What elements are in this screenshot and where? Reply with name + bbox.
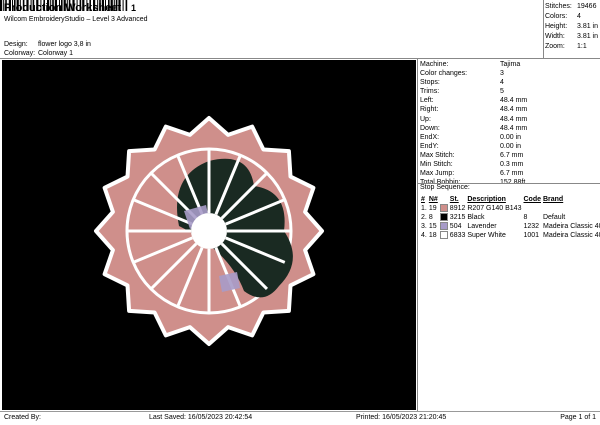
table-row: 1. 19 8912 R207 G140 B143: [421, 204, 522, 213]
info-down: Down: 48.4 mm: [420, 124, 528, 132]
stop-sequence-table: # N# St. Description Code Brand 1. 19 89…: [420, 195, 600, 240]
info-stops: Stops: 4: [420, 79, 504, 87]
table-row: 3. 15 504 Lavender 1232 Madeira Classic …: [421, 222, 600, 231]
flower-center: [191, 213, 227, 249]
table-header-row: # N# St. Description Code Brand: [420, 195, 600, 204]
table-row: 4. 18 6833 Super White 1001 Madeira Clas…: [421, 231, 600, 240]
info-machine: Machine: Tajima: [420, 61, 521, 68]
table-row: 2. 8 3215 Black 8 Default: [421, 213, 566, 222]
flower-logo: [94, 116, 324, 346]
info-trims: Trims: 5: [420, 88, 504, 96]
flower-logo-image: [94, 116, 324, 346]
footer-printed: Printed: 16/05/2023 21:20:45: [356, 414, 447, 421]
machine-info-panel: Machine: Tajima Color changes: 3 Stops: 4 T…: [418, 60, 598, 187]
col-index: #: [421, 196, 425, 203]
page-title: Production Worksheet: [4, 2, 122, 14]
header-divider: [0, 58, 600, 59]
color-swatch: [439, 231, 448, 240]
col-swatch: [439, 195, 449, 204]
info-max-stitch: Max Stitch: 6.7 mm: [420, 151, 524, 159]
info-color-changes: Color changes: 3: [420, 70, 504, 78]
info-left: Left: 48.4 mm: [420, 97, 528, 105]
footer: Created By: Last Saved: 16/05/2023 20:42…: [0, 411, 600, 425]
col-needle: N#: [428, 196, 438, 203]
stat-height: Height: 3.81 in: [545, 23, 599, 30]
col-brand: Brand: [542, 196, 564, 203]
stat-zoom: Zoom: 1:1: [545, 43, 587, 50]
stop-sequence-label: Stop Sequence:: [420, 184, 470, 191]
footer-created-by: Created By:: [4, 414, 41, 421]
col-description: Description: [467, 196, 506, 203]
col-code: Code: [523, 196, 541, 203]
top-stats: Stitches: 19466 Colors: 4 Height: 3.81 in W…: [545, 2, 598, 52]
info-right: Right: 48.4 mm: [420, 106, 528, 114]
software-subtitle: Wilcom EmbroideryStudio – Level 3 Advanc…: [4, 16, 148, 23]
color-swatch: [439, 204, 448, 213]
info-endy: EndY: 0.00 in: [420, 142, 522, 150]
info-endx: EndX: 0.00 in: [420, 133, 522, 141]
info-up: Up: 48.4 mm: [420, 115, 528, 123]
design-label: Design:: [4, 41, 28, 48]
stats-divider: [543, 0, 544, 58]
design-value: flower logo 3,8 in: [38, 41, 91, 48]
col-stitches: St.: [449, 196, 459, 203]
colorway-label: Colorway:: [4, 50, 36, 57]
design-preview: [2, 60, 416, 410]
colorway-value: Colorway 1: [38, 50, 74, 57]
svg-text:1: 1: [131, 3, 136, 13]
footer-last-saved: Last Saved: 16/05/2023 20:42:54: [149, 414, 253, 421]
color-swatch: [439, 213, 448, 222]
stat-stitches: Stitches: 19466: [545, 3, 597, 10]
stat-width: Width: 3.81 in: [545, 33, 599, 40]
info-min-stitch: Min Stitch: 0.3 mm: [420, 161, 524, 169]
stat-colors: Colors: 4: [545, 13, 581, 20]
color-swatch: [439, 222, 448, 231]
footer-page: Page 1 of 1: [560, 414, 596, 421]
info-max-jump: Max Jump: 6.7 mm: [420, 170, 524, 178]
